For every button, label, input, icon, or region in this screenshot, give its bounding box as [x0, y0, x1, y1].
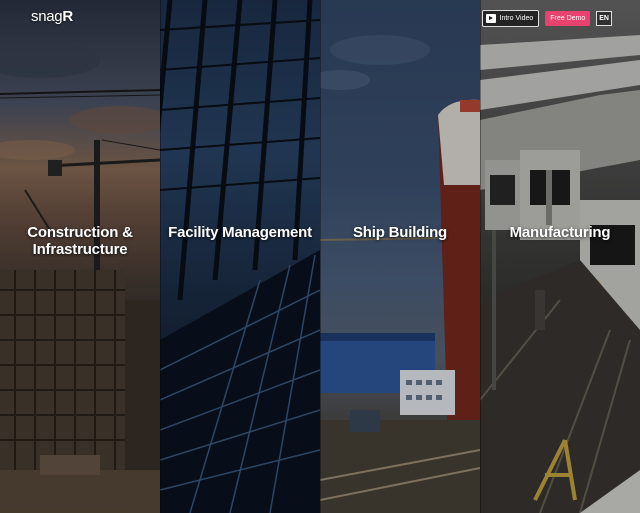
header-actions: Intro Video Free Demo EN	[481, 10, 612, 27]
intro-video-button[interactable]: Intro Video	[481, 10, 540, 27]
play-icon	[485, 14, 496, 23]
label-line: Facility Management	[168, 224, 312, 241]
panel-divider	[320, 0, 321, 513]
label-line: Manufacturing	[509, 224, 611, 241]
panel-overlay	[480, 0, 640, 513]
label-line: Construction &	[27, 224, 133, 241]
panel-construction[interactable]: Construction & Infrastructure	[0, 0, 160, 513]
label-line: Ship Building	[352, 224, 448, 241]
panel-label-construction: Construction & Infrastructure	[0, 224, 160, 258]
panel-ship[interactable]: Ship Building	[320, 0, 480, 513]
free-demo-button[interactable]: Free Demo	[545, 11, 591, 26]
panel-manufacturing[interactable]: Manufacturing	[480, 0, 640, 513]
logo-mark: R	[62, 8, 73, 25]
language-selector[interactable]: EN	[596, 11, 612, 26]
panel-divider	[160, 0, 161, 513]
label-line: Infrastructure	[32, 241, 128, 258]
free-demo-label: Free Demo	[550, 15, 586, 22]
panel-label-facility: Facility Management	[160, 224, 320, 241]
panel-label-ship: Ship Building	[320, 224, 480, 241]
panel-divider	[480, 0, 481, 513]
panel-overlay	[160, 0, 320, 513]
panel-facility[interactable]: Facility Management	[160, 0, 320, 513]
intro-video-label: Intro Video	[499, 15, 534, 22]
language-label: EN	[599, 15, 609, 22]
panel-label-manufacturing: Manufacturing	[480, 224, 640, 241]
logo-text: snag	[31, 8, 63, 25]
snagr-logo[interactable]: snagR	[31, 8, 73, 25]
panel-overlay	[320, 0, 480, 513]
